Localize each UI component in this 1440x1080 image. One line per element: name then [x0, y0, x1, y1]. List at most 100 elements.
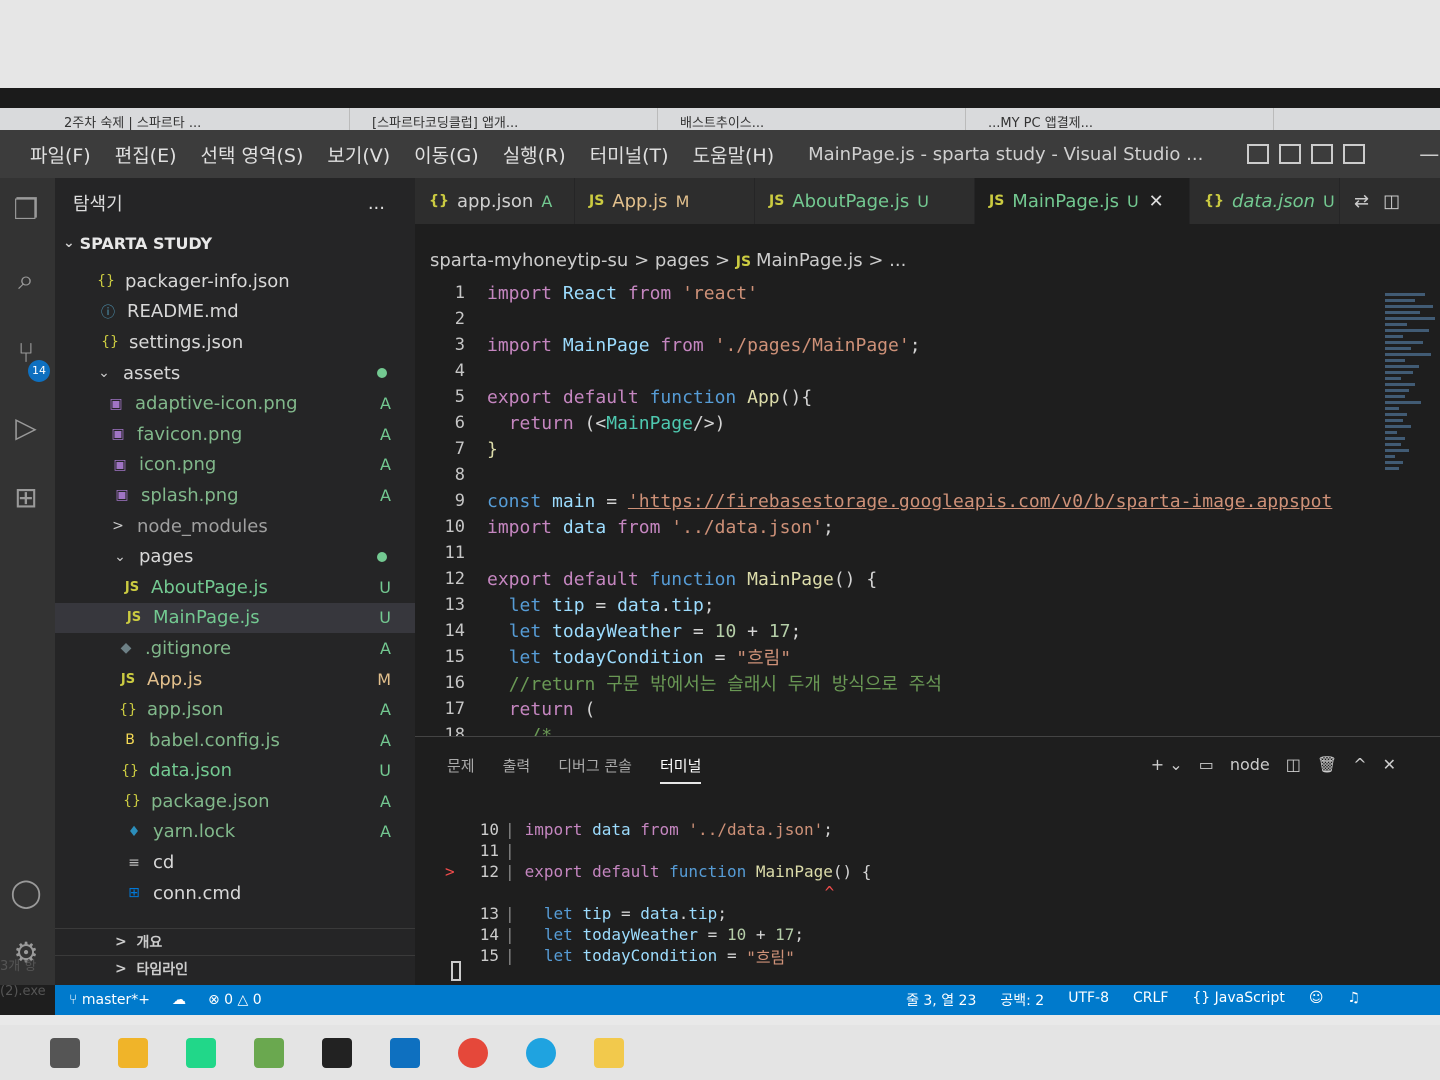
app-icon[interactable]	[254, 1037, 284, 1068]
chrome-icon[interactable]	[458, 1037, 488, 1068]
browser-tab[interactable]: 배스트추이스...	[666, 108, 966, 132]
minimize-button[interactable]: —	[1419, 142, 1439, 166]
folder-pages[interactable]: ⌄ pages	[55, 541, 415, 572]
more-actions-button[interactable]: ...	[368, 193, 385, 214]
file-explorer-icon[interactable]	[118, 1037, 148, 1068]
code-line: 18 /*	[415, 722, 1365, 737]
timeline-section[interactable]: > 타임라인	[55, 955, 415, 982]
code-editor[interactable]: 1 import React from 'react' 2 3 import Mai…	[415, 280, 1365, 737]
browser-tab[interactable]: [스파르타코딩클럽] 앱개...	[358, 108, 658, 132]
folder-icon[interactable]	[594, 1037, 624, 1068]
browser-tab[interactable]: 2주차 숙제 | 스파르타 ...	[50, 108, 350, 132]
file-splash[interactable]: ▣ splash.png A	[55, 480, 415, 511]
outline-section[interactable]: > 개요	[55, 928, 415, 955]
file-favicon[interactable]: ▣ favicon.png A	[55, 419, 415, 450]
split-terminal-icon[interactable]: ◫	[1286, 755, 1301, 774]
terminal-line: 15 | let todayCondition = "흐림"	[445, 945, 871, 967]
encoding[interactable]: UTF-8	[1068, 990, 1109, 1010]
folder-node-modules[interactable]: > node_modules	[55, 511, 415, 542]
run-debug-icon[interactable]: ▷	[6, 408, 46, 448]
tab-terminal[interactable]: 터미널	[660, 755, 702, 784]
file-settings-json[interactable]: {} settings.json	[55, 327, 415, 358]
folder-assets[interactable]: ⌄ assets	[55, 358, 415, 389]
toggle-sidebar-icon[interactable]	[1247, 144, 1270, 164]
tab-output[interactable]: 출력	[503, 755, 531, 784]
task-view-icon[interactable]	[50, 1037, 80, 1068]
toggle-secondary-sidebar-icon[interactable]	[1311, 144, 1334, 164]
chevron-up-icon[interactable]: ^	[1353, 755, 1366, 774]
minimap[interactable]	[1385, 290, 1440, 590]
line-number: 10	[479, 820, 499, 839]
menu-selection[interactable]: 선택 영역(S)	[201, 141, 304, 168]
menu-go[interactable]: 이동(G)	[414, 141, 479, 168]
tab-label: AboutPage.js	[792, 190, 910, 212]
menu-help[interactable]: 도움말(H)	[693, 141, 775, 168]
breadcrumb-item[interactable]: sparta-myhoneytip-su	[430, 250, 628, 271]
file-app-json[interactable]: {} app.json A	[55, 694, 415, 725]
compare-icon[interactable]: ⇄	[1354, 191, 1369, 212]
file-data-json[interactable]: {} data.json U	[55, 756, 415, 787]
explorer-icon[interactable]: ❐	[6, 190, 46, 230]
edge-icon[interactable]	[526, 1037, 556, 1068]
url-string[interactable]: 'https://firebasestorage.googleapis.com/…	[628, 491, 1332, 512]
close-icon[interactable]: ✕	[1383, 755, 1396, 774]
extensions-icon[interactable]: ⊞	[6, 478, 46, 518]
trash-icon[interactable]: 🗑	[1317, 755, 1337, 774]
file-name: conn.cmd	[153, 882, 242, 904]
file-gitignore[interactable]: ◆ .gitignore A	[55, 633, 415, 664]
line-ending[interactable]: CRLF	[1133, 990, 1168, 1010]
pycharm-icon[interactable]	[186, 1037, 216, 1068]
file-yarn-lock[interactable]: ♦ yarn.lock A	[55, 817, 415, 848]
workspace-folder[interactable]: ⌄ SPARTA STUDY	[55, 228, 415, 258]
split-editor-icon[interactable]: ◫	[1383, 191, 1400, 212]
breadcrumb-item[interactable]: MainPage.js	[756, 250, 863, 271]
toggle-panel-icon[interactable]	[1279, 144, 1302, 164]
file-app-js[interactable]: JS App.js M	[55, 664, 415, 695]
file-adaptive-icon[interactable]: ▣ adaptive-icon.png A	[55, 388, 415, 419]
tab-problems[interactable]: 문제	[447, 755, 475, 784]
tab-app-json[interactable]: {} app.json A	[415, 178, 575, 224]
branch-indicator[interactable]: ⑂ master*+	[69, 992, 150, 1008]
terminal-name[interactable]: node	[1230, 755, 1270, 774]
new-terminal-icon[interactable]: + ⌄	[1151, 755, 1183, 774]
vscode-icon[interactable]	[390, 1037, 420, 1068]
modified-dot	[377, 551, 387, 562]
browser-tab[interactable]: ...MY PC 앱결제...	[974, 108, 1274, 132]
language-mode[interactable]: {} JavaScript	[1192, 990, 1284, 1010]
warning-icon: △	[237, 992, 253, 1008]
file-icon-png[interactable]: ▣ icon.png A	[55, 450, 415, 481]
menu-terminal[interactable]: 터미널(T)	[590, 141, 669, 168]
close-icon[interactable]: ✕	[1149, 191, 1164, 212]
tab-debug-console[interactable]: 디버그 콘솔	[558, 755, 632, 784]
bell-icon[interactable]: ♫	[1347, 990, 1360, 1010]
problems-indicator[interactable]: ⊗ 0 △ 0	[208, 992, 262, 1008]
file-aboutpage[interactable]: JS AboutPage.js U	[55, 572, 415, 603]
menu-edit[interactable]: 편집(E)	[115, 141, 177, 168]
sync-icon[interactable]: ☁	[172, 992, 186, 1008]
search-icon[interactable]: ⌕	[6, 260, 46, 300]
terminal-icon[interactable]	[322, 1037, 352, 1068]
file-packager-info-json[interactable]: {} packager-info.json	[55, 266, 415, 297]
menu-view[interactable]: 보기(V)	[327, 141, 390, 168]
breadcrumb-item[interactable]: pages	[655, 250, 709, 271]
terminal-output[interactable]: 10 | import data from '../data.json'; 11 | …	[445, 819, 871, 967]
tab-aboutpage[interactable]: JS AboutPage.js U	[755, 178, 975, 224]
customize-layout-icon[interactable]	[1343, 144, 1366, 164]
file-readme[interactable]: ⓘ README.md	[55, 297, 415, 328]
file-conn-cmd[interactable]: ⊞ conn.cmd	[55, 878, 415, 909]
cursor-position[interactable]: 줄 3, 열 23	[906, 990, 976, 1010]
indentation[interactable]: 공백: 2	[1000, 990, 1044, 1010]
tab-app-js[interactable]: JS App.js M	[575, 178, 755, 224]
file-mainpage[interactable]: JS MainPage.js U	[55, 602, 415, 634]
menu-file[interactable]: 파일(F)	[30, 141, 91, 168]
tab-data-json[interactable]: {} data.json U	[1190, 178, 1340, 224]
menu-run[interactable]: 실행(R)	[503, 141, 566, 168]
string-literal: "흐림"	[736, 648, 792, 669]
breadcrumb-item[interactable]: ...	[889, 250, 906, 271]
account-icon[interactable]: ◯	[6, 873, 46, 913]
file-babel-config[interactable]: Bbabel.config.js A	[55, 725, 415, 756]
feedback-icon[interactable]: ☺	[1309, 990, 1324, 1010]
file-package-json[interactable]: {} package.json A	[55, 786, 415, 817]
tab-mainpage[interactable]: JS MainPage.js U ✕	[975, 178, 1190, 224]
file-cd[interactable]: ≡ cd	[55, 847, 415, 878]
